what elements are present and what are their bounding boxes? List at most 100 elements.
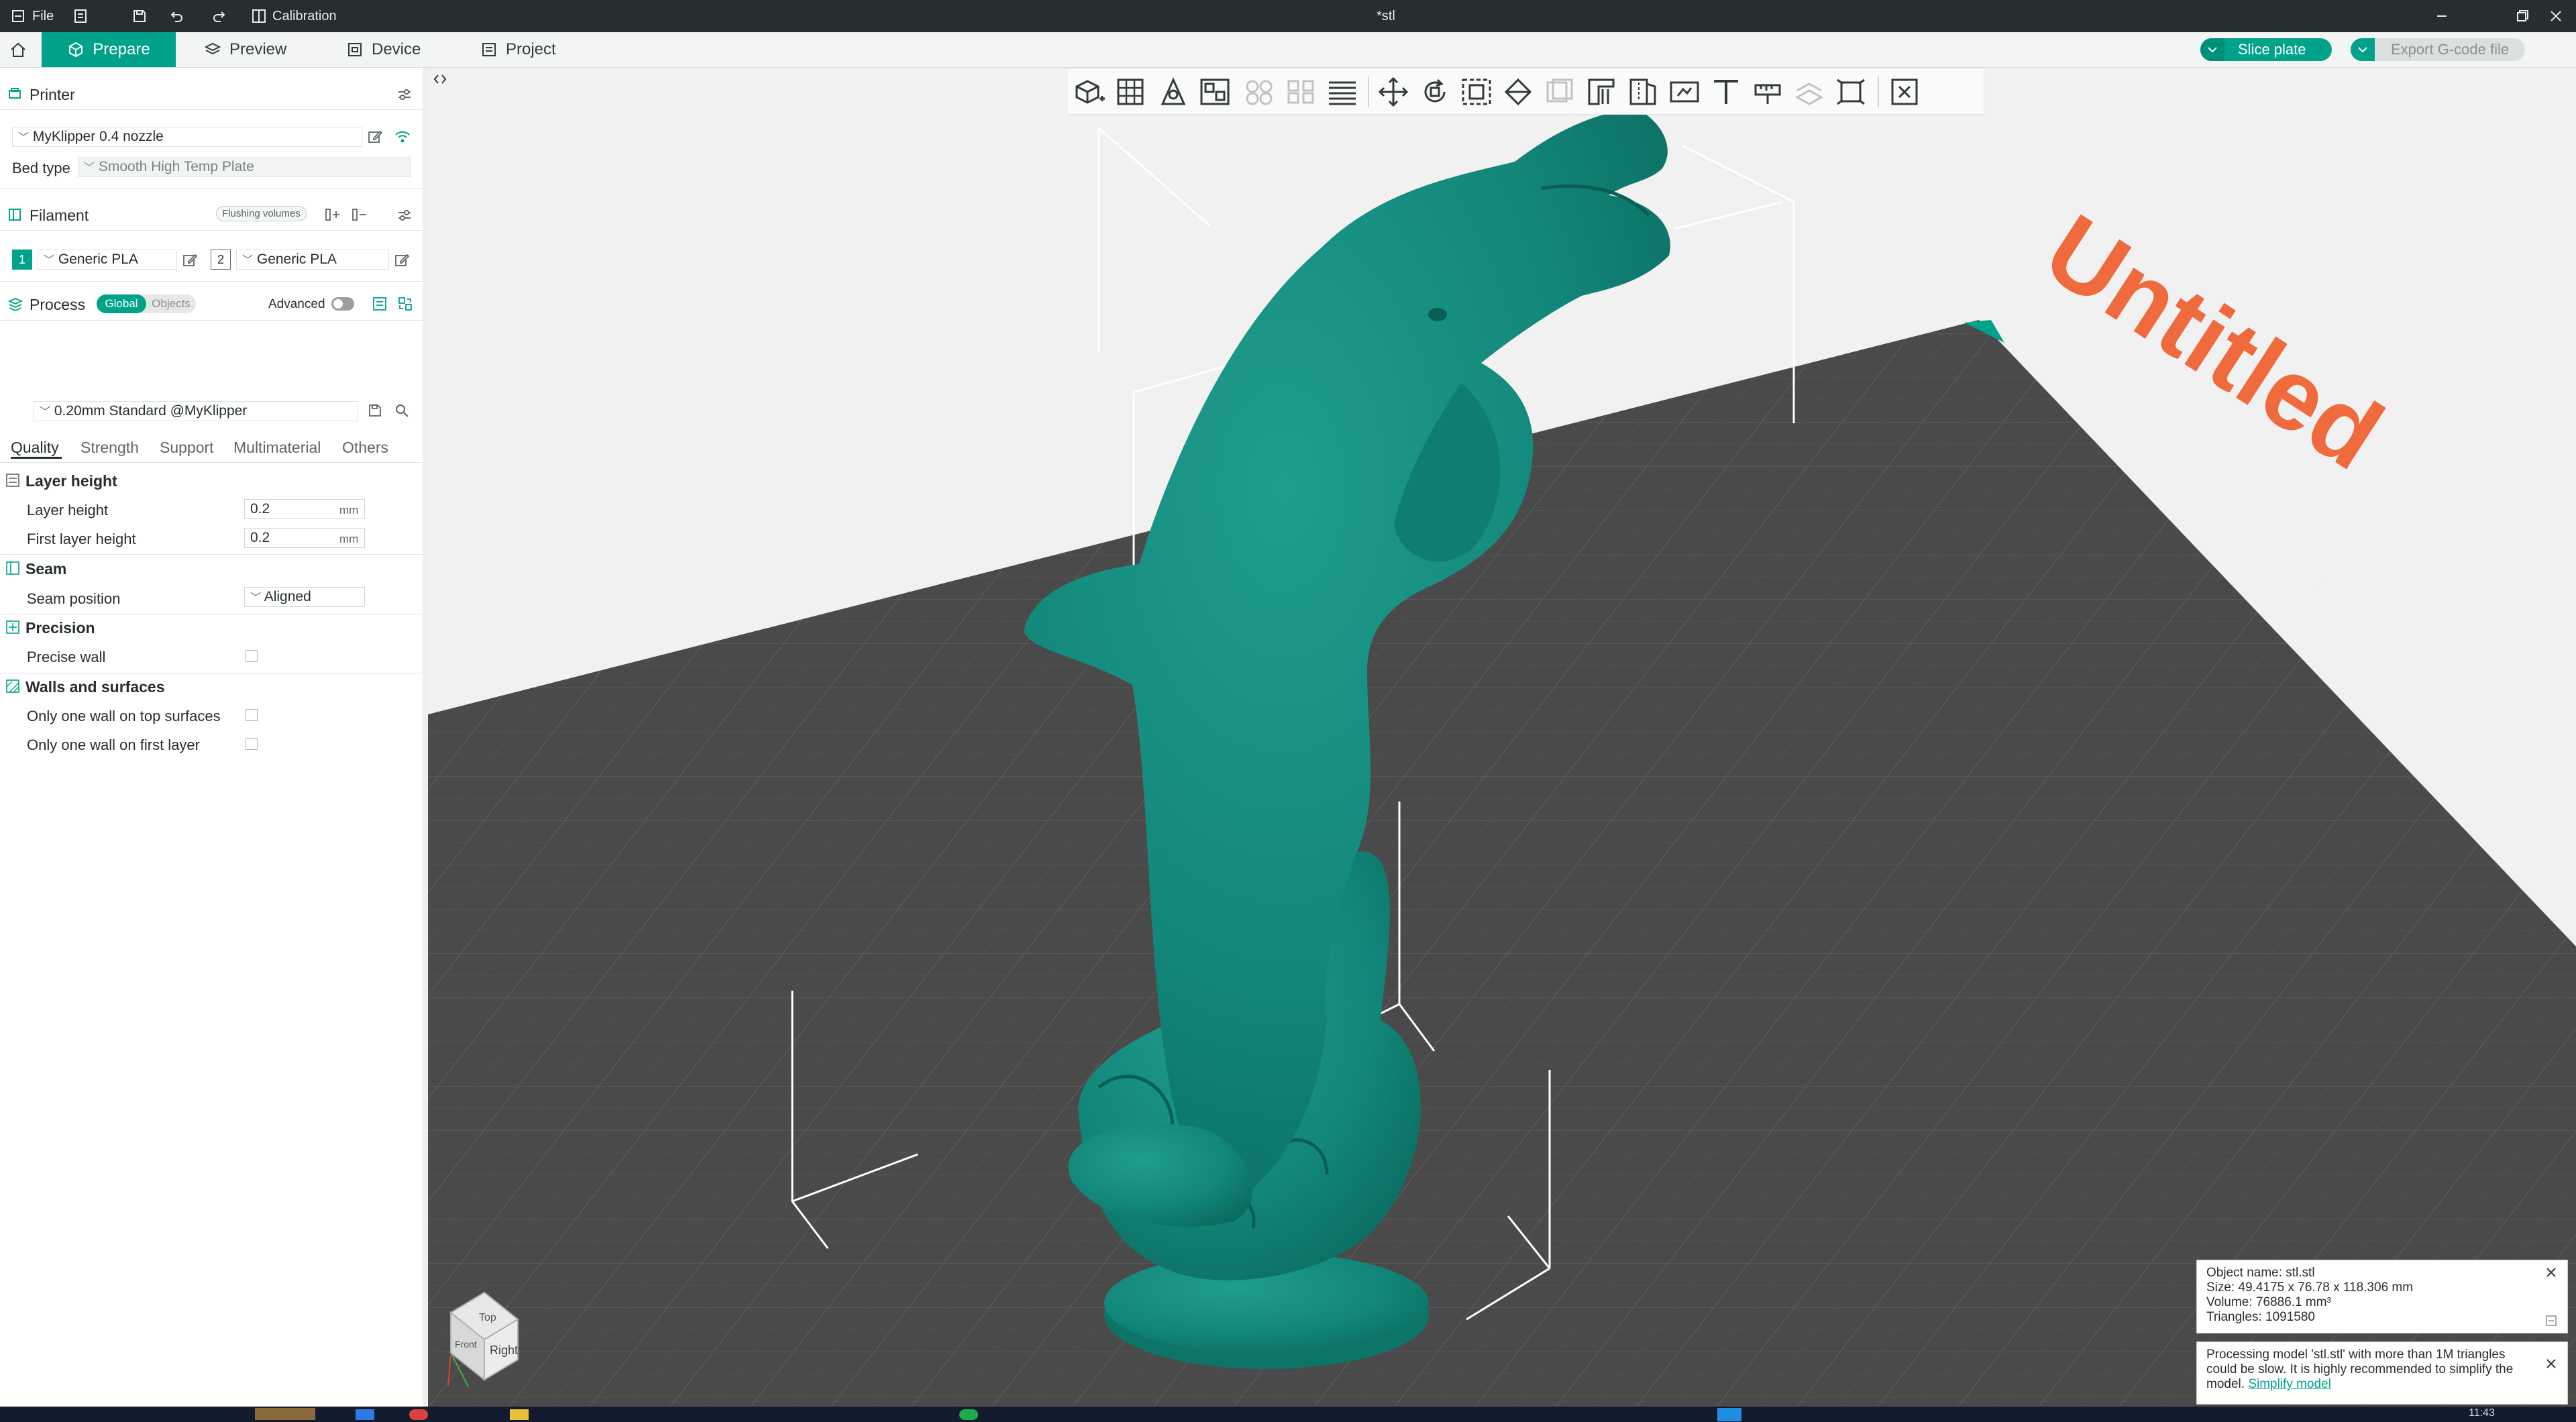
rotate-icon[interactable] [1419, 77, 1451, 107]
project-icon [482, 43, 496, 56]
panel-splitter[interactable] [423, 68, 428, 1407]
tab-device[interactable]: Device [346, 32, 421, 67]
close-icon[interactable] [2544, 1266, 2558, 1279]
tab-preview[interactable]: Preview [204, 32, 286, 67]
bed-type-select[interactable]: ﹀ Smooth High Temp Plate [78, 157, 411, 177]
close-button[interactable] [2548, 8, 2564, 24]
chevron-down-icon: ﹀ [18, 132, 30, 144]
printer-settings-icon[interactable] [397, 87, 412, 102]
search-icon[interactable] [394, 403, 409, 418]
process-preset-select[interactable]: ﹀ 0.20mm Standard @MyKlipper [34, 401, 358, 421]
view-cube-top-label: Top [479, 1312, 496, 1323]
taskbar-app-icon[interactable] [959, 1409, 978, 1420]
file-menu[interactable]: File [32, 0, 54, 32]
fit-view-icon[interactable] [1835, 77, 1867, 107]
undo-icon[interactable] [169, 8, 185, 24]
variable-layer-height-icon[interactable] [1326, 77, 1358, 107]
move-icon[interactable] [1377, 77, 1409, 107]
main-toolbar: Prepare Preview Device Project Slice pla… [0, 32, 2576, 68]
cut-icon[interactable] [1544, 77, 1576, 107]
tab-prepare[interactable]: Prepare [42, 32, 176, 67]
filament-section-title: Filament [30, 207, 89, 224]
first-layer-height-unit: mm [339, 533, 359, 545]
advanced-toggle[interactable] [331, 297, 354, 311]
edit-filament-2-icon[interactable] [394, 253, 409, 268]
scale-icon[interactable] [1460, 77, 1493, 107]
minimize-button[interactable] [2434, 8, 2450, 24]
taskbar-app-icon[interactable] [255, 1408, 315, 1420]
add-plate-icon[interactable] [1116, 77, 1148, 107]
collapse-panel-icon[interactable] [432, 71, 448, 87]
global-option[interactable]: Global [97, 294, 146, 313]
color-painting-icon[interactable] [1668, 77, 1701, 107]
tab-prepare-label: Prepare [93, 40, 150, 58]
redo-icon[interactable] [211, 8, 227, 24]
tab-project[interactable]: Project [480, 32, 556, 67]
edit-filament-1-icon[interactable] [182, 253, 197, 268]
3d-viewport[interactable]: Untitled Top Front Right [428, 68, 2576, 1407]
split-objects-icon[interactable] [1243, 77, 1275, 107]
file-menu-icon[interactable] [11, 9, 25, 23]
export-dropdown-icon[interactable] [2351, 38, 2375, 61]
split-parts-icon[interactable] [1285, 77, 1317, 107]
flushing-volumes-button[interactable]: Flushing volumes [216, 206, 307, 221]
filament-slot-2-badge[interactable]: 2 [211, 250, 231, 270]
filament-slot-2-select[interactable]: ﹀ Generic PLA [236, 250, 389, 270]
edit-printer-icon[interactable] [368, 129, 382, 144]
object-toolbar [1067, 68, 1984, 115]
bed-type-value: Smooth High Temp Plate [98, 159, 254, 174]
tab-support[interactable]: Support [160, 439, 214, 457]
tab-preview-label: Preview [229, 40, 287, 58]
calibration-icon[interactable] [251, 8, 267, 24]
close-icon[interactable] [2544, 1357, 2558, 1370]
tab-project-label: Project [506, 40, 556, 58]
simplify-model-link[interactable]: Simplify model [2248, 1377, 2331, 1391]
lay-on-face-icon[interactable] [1502, 77, 1534, 107]
support-painting-icon[interactable] [1585, 77, 1617, 107]
arrange-icon[interactable] [1199, 77, 1231, 107]
global-objects-toggle[interactable]: Global Objects [97, 294, 196, 313]
maximize-button[interactable] [2514, 8, 2530, 24]
edit-plate-name-icon[interactable] [2299, 545, 2408, 632]
remove-filament-icon[interactable] [352, 207, 368, 222]
printer-section-title: Printer [30, 86, 75, 103]
taskbar-app-icon[interactable] [356, 1409, 374, 1420]
taskbar-app-icon[interactable] [1717, 1408, 1741, 1421]
slice-dropdown-icon[interactable] [2200, 38, 2224, 61]
add-object-icon[interactable] [1074, 77, 1106, 107]
objects-option[interactable]: Objects [146, 294, 196, 313]
tab-multimaterial[interactable]: Multimaterial [233, 439, 321, 457]
tab-strength[interactable]: Strength [80, 439, 139, 457]
slice-plate-button[interactable]: Slice plate [2200, 38, 2332, 61]
wifi-icon[interactable] [394, 129, 411, 144]
assembly-icon[interactable] [1793, 77, 1825, 107]
save-preset-icon[interactable] [368, 403, 382, 418]
filament-slot-1-select[interactable]: ﹀ Generic PLA [38, 250, 177, 270]
chevron-down-icon: ﹀ [242, 255, 254, 266]
text-tool-icon[interactable] [1710, 77, 1742, 107]
save-icon[interactable] [131, 8, 148, 24]
add-filament-icon[interactable] [325, 207, 341, 222]
explode-view-icon[interactable] [1888, 77, 1921, 107]
seam-position-select[interactable]: ﹀ Aligned [244, 587, 365, 607]
measure-icon[interactable] [1752, 77, 1784, 107]
minimize-info-icon[interactable] [2546, 1315, 2557, 1326]
auto-orient-icon[interactable] [1157, 77, 1189, 107]
compare-presets-icon[interactable] [372, 296, 388, 312]
filament-settings-icon[interactable] [397, 208, 412, 223]
tab-others[interactable]: Others [342, 439, 388, 457]
taskbar-app-icon[interactable] [510, 1409, 529, 1420]
precise-wall-checkbox[interactable] [246, 650, 258, 662]
tab-quality[interactable]: Quality [11, 439, 59, 457]
printer-select[interactable]: ﹀ MyKlipper 0.4 nozzle [12, 127, 362, 147]
seam-painting-icon[interactable] [1627, 77, 1659, 107]
one-wall-top-checkbox[interactable] [246, 709, 258, 721]
process-settings-icon[interactable] [397, 296, 413, 312]
home-icon[interactable] [9, 42, 27, 59]
filament-slot-1-badge[interactable]: 1 [12, 250, 32, 270]
open-icon[interactable] [72, 8, 89, 24]
taskbar-app-icon[interactable] [409, 1409, 428, 1420]
calibration-menu[interactable]: Calibration [272, 0, 337, 32]
export-gcode-button[interactable]: Export G-code file [2351, 38, 2525, 61]
one-wall-first-checkbox[interactable] [246, 738, 258, 750]
